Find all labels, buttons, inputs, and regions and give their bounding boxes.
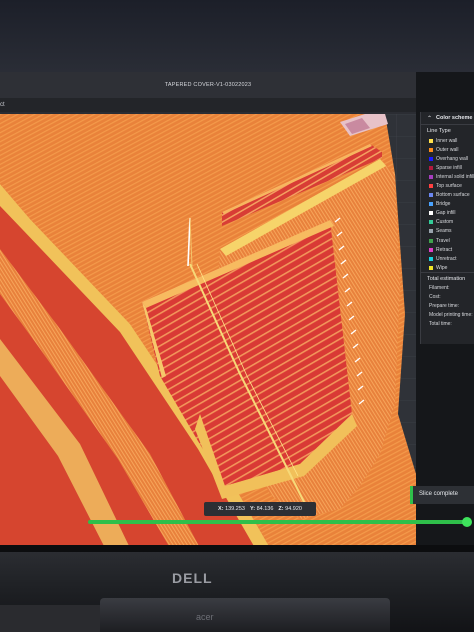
menu-item-fragment[interactable]: ct <box>0 102 5 108</box>
legend-swatch <box>429 138 433 143</box>
legend-swatch <box>429 229 433 234</box>
slice-complete-notification: Slice complete <box>410 486 474 504</box>
legend-item: Seams <box>421 227 474 236</box>
coord-z-value: 94.920 <box>285 506 302 512</box>
estimation-row: Cost: <box>429 294 441 301</box>
legend-swatch <box>429 238 433 243</box>
coord-y-label: Y: <box>249 506 256 512</box>
monitor-screen: TAPERED COVER-V1-03022023 ct <box>0 72 416 548</box>
legend-label: Sparse infill <box>436 164 462 171</box>
window-title: TAPERED COVER-V1-03022023 <box>164 82 252 88</box>
layer-slider-handle[interactable] <box>462 517 472 527</box>
legend-label: Wipe <box>436 264 448 271</box>
estimation-row: Model printing time: <box>429 312 473 319</box>
chevron-up-icon[interactable]: ⌃ <box>427 115 432 122</box>
legend-swatch <box>429 202 433 207</box>
window-title-bar: TAPERED COVER-V1-03022023 <box>0 72 416 98</box>
estimation-row: Prepare time: <box>429 303 460 310</box>
legend-item: Travel <box>421 236 474 245</box>
legend-item: Gap infill <box>421 209 474 218</box>
color-scheme-header[interactable]: ⌃ Color scheme <box>421 112 474 124</box>
legend-label: Travel <box>436 237 450 244</box>
legend-item: Unretract <box>421 254 474 263</box>
coord-z-label: Z: <box>278 506 284 512</box>
legend-item: Bridge <box>421 200 474 209</box>
legend-item: Inner wall <box>421 136 474 145</box>
legend-label: Unretract <box>436 255 457 262</box>
legend-swatch <box>429 193 433 198</box>
legend-swatch <box>429 247 433 252</box>
line-type-legend: Inner wall Outer wall Overhang wall Sparse … <box>421 136 474 272</box>
legend-swatch <box>429 147 433 152</box>
coord-x-label: X: <box>218 506 224 512</box>
legend-label: Bottom surface <box>436 192 470 199</box>
coord-y: Y: 84.136 <box>250 506 273 512</box>
menu-bar <box>0 98 416 112</box>
coord-x-value: 139.253 <box>225 506 245 512</box>
legend-item: Custom <box>421 218 474 227</box>
legend-label: Overhang wall <box>436 155 468 162</box>
total-estimation-label: Total estimation <box>421 272 474 284</box>
legend-item: Outer wall <box>421 145 474 154</box>
legend-item: Top surface <box>421 181 474 190</box>
cursor-coordinates: X: 139.253 Y: 84.136 Z: 94.920 <box>204 502 316 516</box>
legend-item: Sparse infill <box>421 163 474 172</box>
legend-swatch <box>429 184 433 189</box>
legend-label: Internal solid infill <box>436 173 474 180</box>
legend-swatch <box>429 156 433 161</box>
total-estimation-list: Filament: Cost: Prepare time: Model printin… <box>421 284 474 329</box>
legend-swatch <box>429 265 433 270</box>
legend-label: Gap infill <box>436 210 456 217</box>
coord-y-value: 84.136 <box>256 506 274 512</box>
legend-swatch <box>429 174 433 179</box>
coord-x: X: 139.253 <box>218 506 245 512</box>
coord-z: Z: 94.920 <box>278 506 302 512</box>
estimation-row: Total time: <box>429 321 452 328</box>
layer-slider-track[interactable] <box>88 520 467 524</box>
legend-item: Wipe <box>421 263 474 272</box>
legend-label: Bridge <box>436 201 451 208</box>
legend-item: Overhang wall <box>421 154 474 163</box>
legend-label: Retract <box>436 246 453 253</box>
legend-item: Bottom surface <box>421 191 474 200</box>
toolpath-render <box>0 114 416 548</box>
monitor-top-bezel <box>0 0 474 72</box>
legend-swatch <box>429 211 433 216</box>
laptop-lid <box>100 598 390 632</box>
legend-item: Internal solid infill <box>421 172 474 181</box>
estimation-row: Filament: <box>429 285 450 292</box>
legend-item: Retract <box>421 245 474 254</box>
toast-message: Slice complete <box>419 491 459 497</box>
legend-swatch <box>429 256 433 261</box>
laptop-brand-logo: acer <box>196 612 214 622</box>
legend-label: Custom <box>436 219 454 226</box>
gcode-preview-viewport[interactable] <box>0 114 416 548</box>
color-scheme-panel: ⌃ Color scheme Line Type Inner wall Outer… <box>420 112 474 344</box>
legend-label: Outer wall <box>436 146 459 153</box>
line-type-label: Line Type <box>421 124 474 136</box>
legend-swatch <box>429 165 433 170</box>
desk-object <box>0 605 110 632</box>
legend-swatch <box>429 220 433 225</box>
legend-label: Inner wall <box>436 137 458 144</box>
legend-label: Top surface <box>436 183 462 190</box>
legend-label: Seams <box>436 228 452 235</box>
monitor-brand-logo: DELL <box>172 570 213 586</box>
color-scheme-title: Color scheme <box>436 115 473 121</box>
